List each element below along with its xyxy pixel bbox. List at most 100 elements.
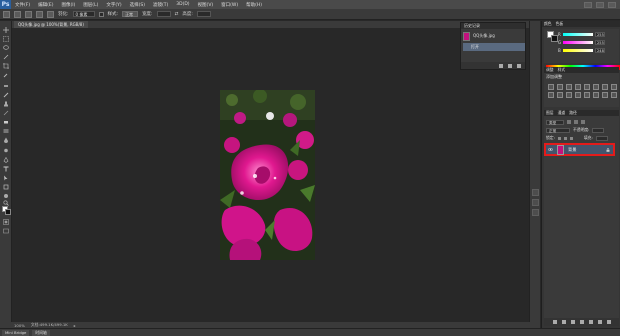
vibrance-icon[interactable] [584,84,590,90]
hand-tool-icon[interactable] [3,193,9,199]
layer-style-icon[interactable] [561,320,566,324]
brush-dock-icon[interactable] [532,209,539,216]
zoom-level[interactable]: 100% [14,323,25,328]
green-value[interactable]: 255 [595,39,605,45]
menu-type[interactable]: 文字(Y) [102,2,125,8]
invert-icon[interactable] [575,92,581,98]
hue-saturation-icon[interactable] [593,84,599,90]
lock-pixels-icon[interactable] [557,136,561,140]
menu-view[interactable]: 视图(V) [194,2,218,8]
menu-filter[interactable]: 滤镜(T) [149,2,172,8]
new-layer-icon[interactable] [597,320,602,324]
height-input[interactable] [196,11,211,17]
posterize-icon[interactable] [584,92,590,98]
menu-edit[interactable]: 编辑(E) [34,2,57,8]
exposure-icon[interactable] [575,84,581,90]
status-arrow-icon[interactable]: ▸ [74,323,76,328]
close-button[interactable] [608,1,616,8]
minimize-button[interactable] [584,1,592,8]
swap-icon[interactable]: ⇄ [175,12,179,17]
photo-filter-icon[interactable] [548,92,554,98]
layer-kind-select[interactable]: 类型 [546,119,564,125]
tab-layers[interactable]: 图层 [546,110,554,116]
black-white-icon[interactable] [611,84,617,90]
healing-brush-tool-icon[interactable] [3,83,9,89]
new-document-from-state-icon[interactable] [499,63,503,68]
new-adjustment-icon[interactable] [579,320,584,324]
quick-select-tool-icon[interactable] [3,54,9,60]
tab-timeline[interactable]: 时间轴 [32,329,50,336]
filter-type-icon[interactable] [581,120,585,124]
delete-layer-icon[interactable] [606,320,611,324]
blur-tool-icon[interactable] [3,137,9,143]
blend-mode-select[interactable]: 正常 [546,127,570,133]
filter-pixel-icon[interactable] [567,120,571,124]
menu-select[interactable]: 选择(S) [126,2,149,8]
type-tool-icon[interactable] [3,166,9,172]
levels-icon[interactable] [557,84,563,90]
feather-input[interactable]: 0 像素 [72,11,95,17]
history-dock-icon[interactable] [532,189,539,196]
menu-image[interactable]: 图像(I) [57,2,79,8]
red-value[interactable]: 255 [595,31,605,37]
menu-window[interactable]: 窗口(W) [217,2,242,8]
history-brush-tool-icon[interactable] [3,110,9,116]
path-selection-tool-icon[interactable] [3,175,9,181]
width-input[interactable] [156,11,171,17]
properties-dock-icon[interactable] [532,199,539,206]
maximize-button[interactable] [596,1,604,8]
intersect-selection-icon[interactable] [47,10,54,18]
tab-styles[interactable]: 样式 [558,67,566,73]
curves-icon[interactable] [566,84,572,90]
lock-all-icon[interactable] [569,136,573,140]
delete-state-icon[interactable] [517,63,521,68]
eyedropper-tool-icon[interactable] [3,72,9,78]
opacity-input[interactable] [592,127,605,133]
tab-paths[interactable]: 路径 [569,110,577,116]
background-color-swatch[interactable] [5,209,11,215]
filter-adjust-icon[interactable] [574,120,578,124]
new-selection-icon[interactable] [14,10,21,18]
color-balance-icon[interactable] [602,84,608,90]
visibility-eye-icon[interactable] [548,147,553,152]
screen-mode-icon[interactable] [3,228,9,234]
brush-tool-icon[interactable] [3,92,9,98]
threshold-icon[interactable] [593,92,599,98]
tab-color[interactable]: 颜色 [544,21,552,27]
pen-tool-icon[interactable] [3,157,9,163]
color-lookup-icon[interactable] [566,92,572,98]
marquee-tool-icon[interactable] [3,36,9,42]
link-layers-icon[interactable] [552,320,557,324]
new-snapshot-icon[interactable] [508,63,512,68]
lasso-tool-icon[interactable] [3,45,9,51]
background-color-swatch[interactable] [551,35,558,42]
antialias-checkbox[interactable] [98,11,104,17]
document-tab[interactable]: QQ头像.jpg @ 100%(背景, RGB/8) [14,21,88,28]
tab-swatches[interactable]: 色板 [556,21,564,27]
marquee-tool-icon[interactable] [3,10,10,18]
new-group-icon[interactable] [588,320,593,324]
blue-slider[interactable] [563,48,593,52]
add-selection-icon[interactable] [25,10,32,18]
fill-input[interactable] [595,135,608,141]
crop-tool-icon[interactable] [3,63,9,69]
selective-color-icon[interactable] [611,92,617,98]
document-image[interactable] [220,90,315,260]
menu-3d[interactable]: 3D(D) [172,2,193,7]
tab-adjustments[interactable]: 调整 [546,67,554,73]
brightness-contrast-icon[interactable] [548,84,554,90]
red-slider[interactable] [563,32,593,36]
menu-file[interactable]: 文件(F) [11,2,34,8]
eraser-tool-icon[interactable] [3,119,9,125]
add-mask-icon[interactable] [570,320,575,324]
green-slider[interactable] [563,40,593,44]
menu-layer[interactable]: 图层(L) [79,2,102,8]
history-snapshot[interactable]: QQ头像.jpg [463,31,525,41]
history-panel-title[interactable]: 历史记录 [461,23,525,29]
shape-tool-icon[interactable] [3,184,9,190]
lock-position-icon[interactable] [563,136,567,140]
layer-row-background[interactable]: 背景 [544,143,615,156]
layer-name[interactable]: 背景 [568,147,576,153]
move-tool-icon[interactable] [3,27,9,33]
tab-mini-bridge[interactable]: Mini Bridge [2,329,30,336]
